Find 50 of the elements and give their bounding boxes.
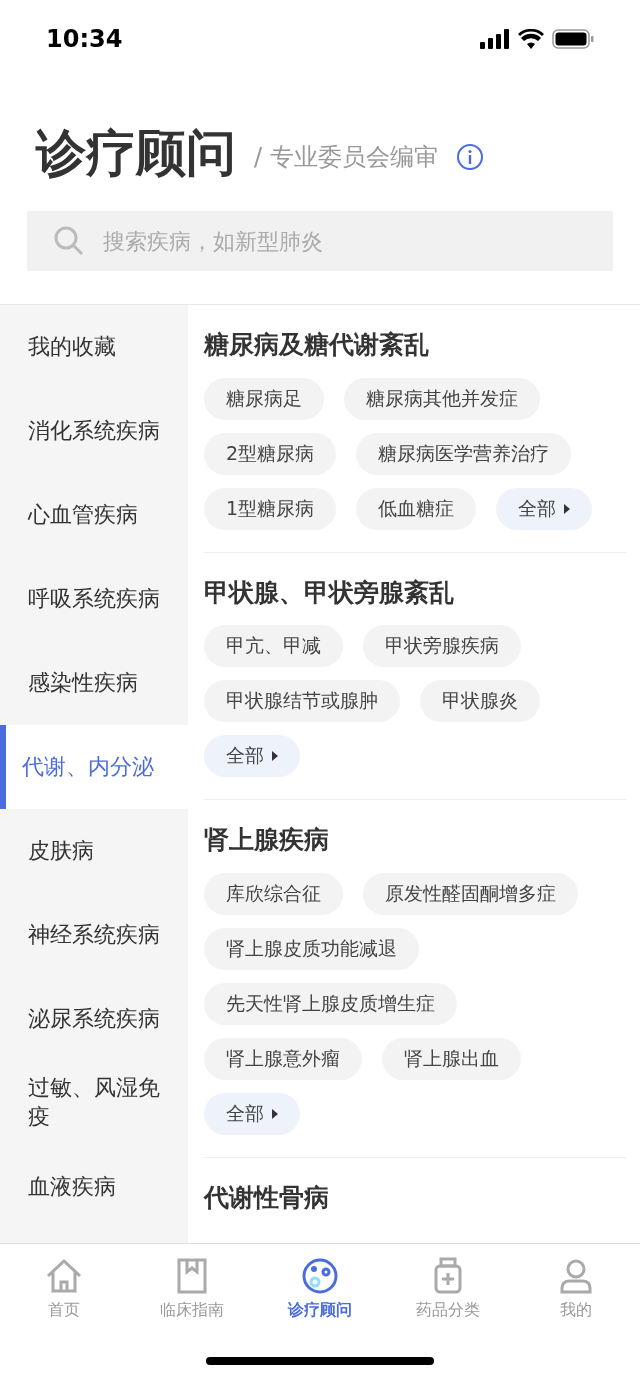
category-item[interactable]: 消化系统疾病 (0, 389, 188, 473)
disease-tag[interactable]: 甲亢、甲减 (204, 625, 343, 667)
wifi-icon (518, 29, 544, 49)
category-item[interactable]: 代谢、内分泌 (0, 725, 188, 809)
disease-tag[interactable]: 糖尿病足 (204, 377, 324, 420)
disease-tag[interactable]: 1型糖尿病 (204, 487, 337, 530)
disease-tag[interactable]: 糖尿病医学营养治疗 (356, 432, 572, 475)
disease-tag[interactable]: 先天性肾上腺皮质增生症 (204, 982, 457, 1025)
page-title: 诊疗顾问 (36, 126, 236, 181)
section-title: 糖尿病及糖代谢紊乱 (204, 329, 430, 361)
caret-icon (272, 1108, 278, 1119)
section-title: 肾上腺疾病 (204, 824, 330, 856)
category-item[interactable]: 过敏、风湿免疫 (0, 1061, 188, 1145)
category-item[interactable]: 呼吸系统疾病 (0, 557, 188, 641)
section-title: 甲状腺、甲状旁腺紊乱 (204, 576, 455, 609)
disease-tag[interactable]: 原发性醛固酮增多症 (363, 872, 578, 915)
caret-icon (272, 751, 278, 761)
search-bar[interactable]: 搜索疾病，如新型肺炎 (27, 211, 613, 271)
home-icon (44, 1256, 84, 1296)
info-icon[interactable] (455, 143, 484, 171)
category-item[interactable]: 我的收藏 (0, 305, 188, 389)
category-item[interactable]: 皮肤病 (0, 809, 188, 893)
category-item[interactable]: 神经系统疾病 (0, 893, 188, 977)
search-icon (53, 225, 85, 257)
status-time: 10:34 (46, 25, 123, 53)
disease-tag[interactable]: 甲状腺结节或腺肿 (204, 680, 400, 722)
disease-tag[interactable]: 甲状腺炎 (420, 680, 540, 722)
caret-icon (564, 503, 571, 514)
search-field[interactable]: 搜索疾病，如新型肺炎 (101, 227, 587, 255)
disease-tag[interactable]: 2型糖尿病 (204, 432, 337, 475)
disease-tag[interactable]: 糖尿病其他并发症 (344, 377, 540, 420)
show-all-button[interactable]: 全部 (204, 735, 300, 777)
disease-tag[interactable]: 库欣综合征 (204, 872, 343, 915)
show-all-button[interactable]: 全部 (496, 487, 593, 530)
disease-tag[interactable]: 甲状旁腺疾病 (363, 625, 521, 667)
battery-icon (552, 29, 594, 49)
disease-tag[interactable]: 肾上腺意外瘤 (204, 1037, 362, 1080)
section-title: 代谢性骨病 (204, 1181, 330, 1214)
disease-tag[interactable]: 肾上腺皮质功能减退 (204, 927, 419, 970)
category-item[interactable]: 泌尿系统疾病 (0, 977, 188, 1061)
show-all-button[interactable]: 全部 (204, 1092, 300, 1135)
disease-tag[interactable]: 低血糖症 (356, 487, 477, 530)
category-item[interactable]: 血液疾病 (0, 1145, 188, 1229)
tab-label[interactable]: 诊疗顾问 (288, 1300, 352, 1321)
disease-tag[interactable]: 肾上腺出血 (382, 1037, 521, 1080)
page-subtitle: / 专业委员会编审 (254, 142, 438, 173)
bubbles-icon (300, 1256, 340, 1296)
signal-icon (480, 29, 510, 49)
category-item[interactable]: 心血管疾病 (0, 473, 188, 557)
category-item[interactable]: 感染性疾病 (0, 641, 188, 725)
